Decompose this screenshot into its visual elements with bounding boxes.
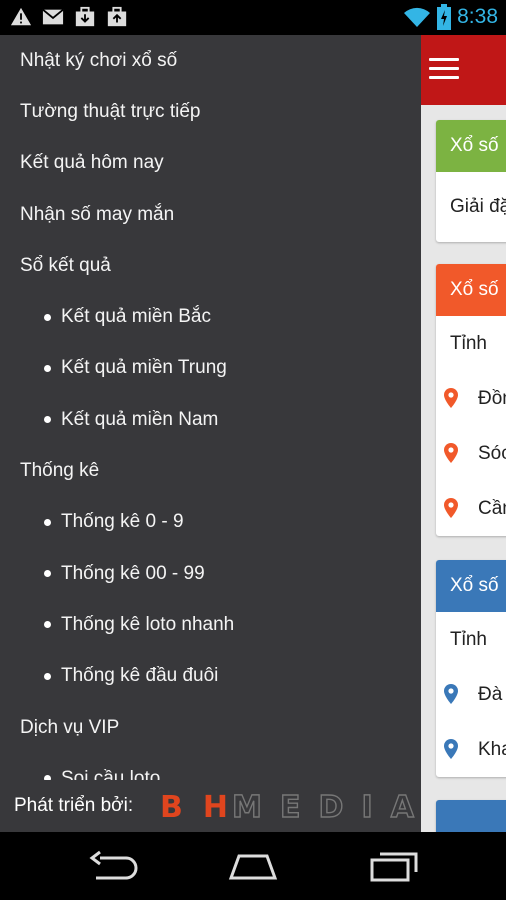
province-row[interactable]: Sóc xyxy=(436,426,506,481)
submenu-item[interactable]: Kết quả miền Bắc xyxy=(0,291,421,342)
menu-item-label: Thống kê loto nhanh xyxy=(61,613,235,635)
province-row[interactable]: Đồn xyxy=(436,371,506,426)
result-card-partial[interactable] xyxy=(436,800,506,832)
system-navigation-bar xyxy=(0,832,506,900)
navigation-drawer: Nhật ký chơi xổ số Tường thuật trực tiếp K… xyxy=(0,35,421,832)
menu-item-label: Thống kê xyxy=(20,460,100,482)
recent-apps-icon[interactable] xyxy=(368,850,420,882)
bullet-icon xyxy=(44,621,51,629)
result-card-central[interactable]: Xổ số Tỉnh Đà Kha xyxy=(436,560,506,777)
menu-item-label: Dịch vụ VIP xyxy=(20,716,120,738)
submenu-item[interactable]: Kết quả miền Nam xyxy=(0,394,421,445)
menu-item[interactable]: Nhận số may mắn xyxy=(0,189,421,240)
menu-item-label: Kết quả miền Bắc xyxy=(61,306,211,328)
main-content: Xổ số Giải đặ Xổ số Tỉnh Đồn Sóc Cần Xổ … xyxy=(421,35,506,832)
menu-item-label: Thống kê 0 - 9 xyxy=(61,511,184,533)
province-name: Đồn xyxy=(478,388,506,409)
province-row[interactable]: Cần xyxy=(436,481,506,536)
menu-item[interactable]: Nhật ký chơi xổ số xyxy=(0,35,421,86)
bullet-icon xyxy=(44,672,51,680)
province-name: Kha xyxy=(478,739,506,760)
download-briefcase-icon xyxy=(75,6,95,27)
submenu-item[interactable]: Thống kê 0 - 9 xyxy=(0,497,421,548)
province-name: Sóc xyxy=(478,443,506,464)
submenu-item[interactable]: Soi cầu loto xyxy=(0,753,421,780)
submenu-item[interactable]: Kết quả miền Trung xyxy=(0,343,421,394)
card-row: Tỉnh xyxy=(450,333,487,354)
menu-item-label: Thống kê 00 - 99 xyxy=(61,562,205,584)
back-icon[interactable] xyxy=(86,850,138,882)
menu-item[interactable]: Dịch vụ VIP xyxy=(0,702,421,753)
card-header: Xổ số xyxy=(436,264,506,316)
menu-item[interactable]: Tường thuật trực tiếp xyxy=(0,86,421,137)
menu-item-label: Tường thuật trực tiếp xyxy=(20,100,201,122)
bullet-icon xyxy=(44,570,51,578)
menu-item[interactable]: Sổ kết quả xyxy=(0,240,421,291)
menu-item-label: Kết quả hôm nay xyxy=(20,152,164,174)
menu-item-label: Thống kê đầu đuôi xyxy=(61,665,219,687)
bullet-icon xyxy=(44,313,51,321)
menu-item-label: Soi cầu loto xyxy=(61,767,161,780)
location-pin-icon xyxy=(444,388,458,408)
submenu-item[interactable]: Thống kê đầu đuôi xyxy=(0,651,421,702)
result-card-north[interactable]: Xổ số Giải đặ xyxy=(436,120,506,242)
drawer-menu: Nhật ký chơi xổ số Tường thuật trực tiếp K… xyxy=(0,35,421,780)
menu-item-label: Sổ kết quả xyxy=(20,254,111,276)
province-name: Cần xyxy=(478,498,506,519)
menu-item-label: Nhật ký chơi xổ số xyxy=(20,49,178,71)
clock: 8:38 xyxy=(457,5,498,28)
battery-icon xyxy=(437,4,452,30)
province-name: Đà xyxy=(478,684,503,705)
developer-label: Phát triển bởi: xyxy=(14,795,134,816)
menu-item[interactable]: Thống kê xyxy=(0,445,421,496)
svg-text:MEDIA: MEDIA xyxy=(232,794,416,820)
card-row: Tỉnh xyxy=(450,629,487,650)
bullet-icon xyxy=(44,518,51,526)
location-pin-icon xyxy=(444,739,458,759)
result-card-south[interactable]: Xổ số Tỉnh Đồn Sóc Cần xyxy=(436,264,506,536)
bullet-icon xyxy=(44,416,51,424)
upload-briefcase-icon xyxy=(107,6,127,27)
bhmedia-logo: BH MEDIA xyxy=(160,794,416,820)
province-row[interactable]: Kha xyxy=(436,722,506,777)
bullet-icon xyxy=(44,364,51,372)
province-row[interactable]: Đà xyxy=(436,667,506,722)
email-icon xyxy=(42,8,64,25)
location-pin-icon xyxy=(444,443,458,463)
menu-item[interactable]: Kết quả hôm nay xyxy=(0,138,421,189)
menu-item-label: Kết quả miền Trung xyxy=(61,357,227,379)
app-bar xyxy=(421,35,506,105)
submenu-item[interactable]: Thống kê 00 - 99 xyxy=(0,548,421,599)
menu-item-label: Kết quả miền Nam xyxy=(61,408,219,430)
location-pin-icon xyxy=(444,684,458,704)
card-header: Xổ số xyxy=(436,120,506,172)
submenu-item[interactable]: Thống kê loto nhanh xyxy=(0,599,421,650)
card-row: Giải đặ xyxy=(450,196,506,217)
svg-text:BH: BH xyxy=(160,794,230,820)
card-header: Xổ số xyxy=(436,560,506,612)
hamburger-menu-icon[interactable] xyxy=(429,58,459,82)
menu-item-label: Nhận số may mắn xyxy=(20,203,175,225)
status-bar: 8:38 xyxy=(0,0,506,35)
location-pin-icon xyxy=(444,498,458,518)
home-icon[interactable] xyxy=(227,850,279,882)
warning-icon xyxy=(10,7,32,26)
wifi-icon xyxy=(404,7,431,27)
drawer-footer: Phát triển bởi: BH MEDIA xyxy=(0,780,421,832)
